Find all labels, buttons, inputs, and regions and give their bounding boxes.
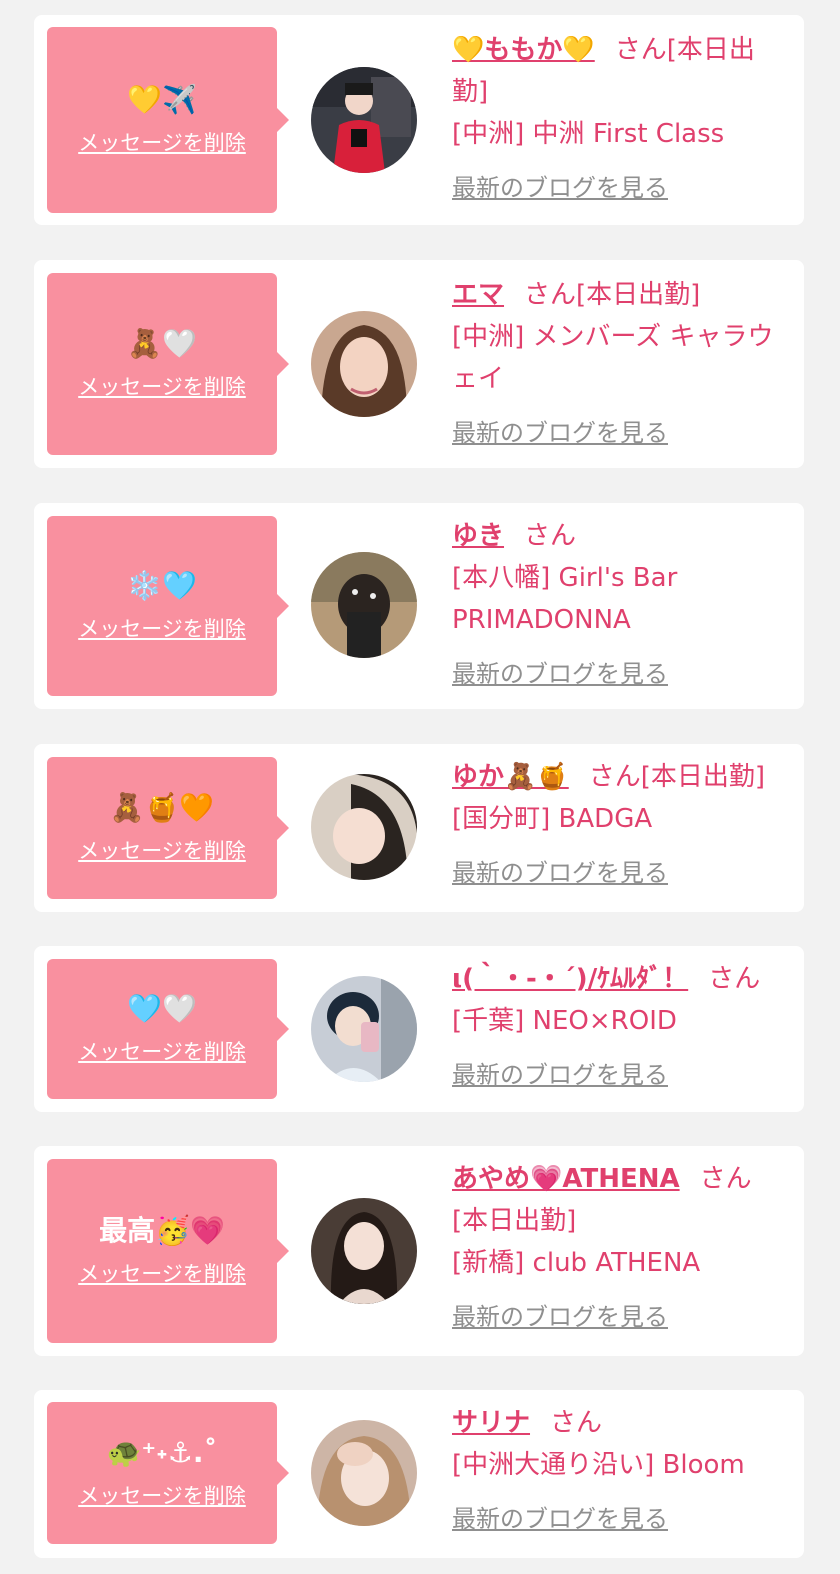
delete-message-link[interactable]: メッセージを削除 (78, 613, 246, 643)
status-text: [本日出勤] (452, 1206, 577, 1236)
delete-message-link[interactable]: メッセージを削除 (78, 371, 246, 401)
shop-text: [国分町] BADGA (452, 804, 653, 834)
shop-text: [中洲大通り沿い] Bloom (452, 1450, 745, 1480)
avatar[interactable] (311, 976, 417, 1082)
avatar[interactable] (311, 67, 417, 173)
item-info: ゆき さん [本八幡] Girl's Bar PRIMADONNA 最新のブログを… (452, 515, 787, 695)
shop-text: [千葉] NEO×ROID (452, 1006, 677, 1036)
cast-name-link[interactable]: ι(｀・-・´)/ｹﾑﾙﾀﾞ！ (452, 964, 688, 994)
item-info: あやめ💗ATHENA さん [本日出勤] [新橋] club ATHENA 最新の… (452, 1158, 787, 1338)
delete-message-link[interactable]: メッセージを削除 (78, 127, 246, 157)
latest-blog-link[interactable]: 最新のブログを見る (452, 1498, 787, 1540)
honorific: さん (614, 35, 667, 65)
latest-blog-link[interactable]: 最新のブログを見る (452, 1296, 787, 1338)
cast-name-link[interactable]: サリナ (452, 1408, 530, 1438)
latest-blog-link[interactable]: 最新のブログを見る (452, 852, 787, 894)
cast-name-link[interactable]: ゆき (452, 521, 504, 551)
list-item: 🧸🍯🧡 メッセージを削除 ゆか🧸🍯 さん[本日出勤] [国分町] BADGA 最新… (34, 744, 804, 912)
latest-blog-link[interactable]: 最新のブログを見る (452, 1054, 787, 1096)
list-item: 🧸🤍 メッセージを削除 エマ さん[本日出勤] [中洲] メンバーズ キャラウェイ… (34, 260, 804, 468)
photo-braided-hair-icon (311, 552, 417, 658)
honorific: さん (588, 762, 641, 792)
honorific: さん (550, 1408, 603, 1438)
avatar[interactable] (311, 1420, 417, 1526)
cast-name-link[interactable]: ゆか🧸🍯 (452, 762, 569, 792)
delete-message-link[interactable]: メッセージを削除 (78, 1258, 246, 1288)
shop-text: [新橋] club ATHENA (452, 1248, 701, 1278)
message-text: 🩵🤍 (127, 992, 197, 1025)
message-bubble: 最高🥳💗 メッセージを削除 (47, 1159, 289, 1343)
item-info: サリナ さん [中洲大通り沿い] Bloom 最新のブログを見る (452, 1402, 787, 1540)
message-bubble: ❄️🩵 メッセージを削除 (47, 516, 289, 696)
cast-name-link[interactable]: あやめ💗ATHENA (452, 1164, 680, 1194)
message-bubble: 🩵🤍 メッセージを削除 (47, 959, 289, 1099)
honorific: さん (524, 280, 577, 310)
honorific: さん (699, 1164, 752, 1194)
item-info: ゆか🧸🍯 さん[本日出勤] [国分町] BADGA 最新のブログを見る (452, 756, 787, 894)
list-item: 🐢⁺˖⚓︎.˚ メッセージを削除 サリナ さん [中洲大通り沿い] Bloom 最… (34, 1390, 804, 1558)
honorific: さん (708, 964, 761, 994)
photo-woman-selfie-icon (311, 311, 417, 417)
photo-woman-hand-face-icon (311, 1420, 417, 1526)
honorific: さん (524, 521, 577, 551)
message-text: 🧸🍯🧡 (109, 791, 215, 824)
message-bubble: 🐢⁺˖⚓︎.˚ メッセージを削除 (47, 1402, 289, 1544)
favorites-list: 💛✈️ メッセージを削除 💛ももか💛 さん[本日出勤] [中洲] 中洲 First… (0, 0, 840, 1574)
avatar[interactable] (311, 311, 417, 417)
shop-text: [中洲] メンバーズ キャラウェイ (452, 322, 774, 394)
avatar[interactable] (311, 774, 417, 880)
message-text: 💛✈️ (127, 83, 197, 116)
cast-name-link[interactable]: エマ (452, 280, 504, 310)
photo-woman-face-icon (311, 774, 417, 880)
avatar[interactable] (311, 1198, 417, 1304)
message-text: 🧸🤍 (127, 327, 197, 360)
latest-blog-link[interactable]: 最新のブログを見る (452, 653, 787, 695)
message-bubble: 🧸🍯🧡 メッセージを削除 (47, 757, 289, 899)
message-bubble: 🧸🤍 メッセージを削除 (47, 273, 289, 455)
latest-blog-link[interactable]: 最新のブログを見る (452, 167, 787, 209)
list-item: 🩵🤍 メッセージを削除 ι(｀・-・´)/ｹﾑﾙﾀﾞ！ さん [千葉] NEO×R… (34, 946, 804, 1112)
status-text: [本日出勤] (576, 280, 701, 310)
latest-blog-link[interactable]: 最新のブログを見る (452, 412, 787, 454)
status-text: [本日出勤] (640, 762, 766, 792)
delete-message-link[interactable]: メッセージを削除 (78, 1036, 246, 1066)
item-info: エマ さん[本日出勤] [中洲] メンバーズ キャラウェイ 最新のブログを見る (452, 274, 787, 454)
photo-mirror-selfie-icon (311, 976, 417, 1082)
delete-message-link[interactable]: メッセージを削除 (78, 1480, 246, 1510)
list-item: 💛✈️ メッセージを削除 💛ももか💛 さん[本日出勤] [中洲] 中洲 First… (34, 15, 804, 225)
message-bubble: 💛✈️ メッセージを削除 (47, 27, 289, 213)
photo-woman-red-dress-icon (311, 67, 417, 173)
item-info: 💛ももか💛 さん[本日出勤] [中洲] 中洲 First Class 最新のブログ… (452, 29, 787, 209)
avatar[interactable] (311, 552, 417, 658)
list-item: ❄️🩵 メッセージを削除 ゆき さん [本八幡] Girl's Bar PRIMA… (34, 503, 804, 709)
message-text: 🐢⁺˖⚓︎.˚ (106, 1436, 218, 1469)
shop-text: [本八幡] Girl's Bar PRIMADONNA (452, 563, 678, 635)
message-text: ❄️🩵 (127, 569, 197, 602)
item-info: ι(｀・-・´)/ｹﾑﾙﾀﾞ！ さん [千葉] NEO×ROID 最新のブログを見… (452, 958, 787, 1096)
cast-name-link[interactable]: 💛ももか💛 (452, 35, 595, 65)
list-item: 最高🥳💗 メッセージを削除 あやめ💗ATHENA さん [本日出勤] [新橋] c… (34, 1146, 804, 1356)
delete-message-link[interactable]: メッセージを削除 (78, 835, 246, 865)
photo-woman-dark-hair-icon (311, 1198, 417, 1304)
message-text: 最高🥳💗 (99, 1214, 225, 1247)
shop-text: [中洲] 中洲 First Class (452, 119, 725, 149)
